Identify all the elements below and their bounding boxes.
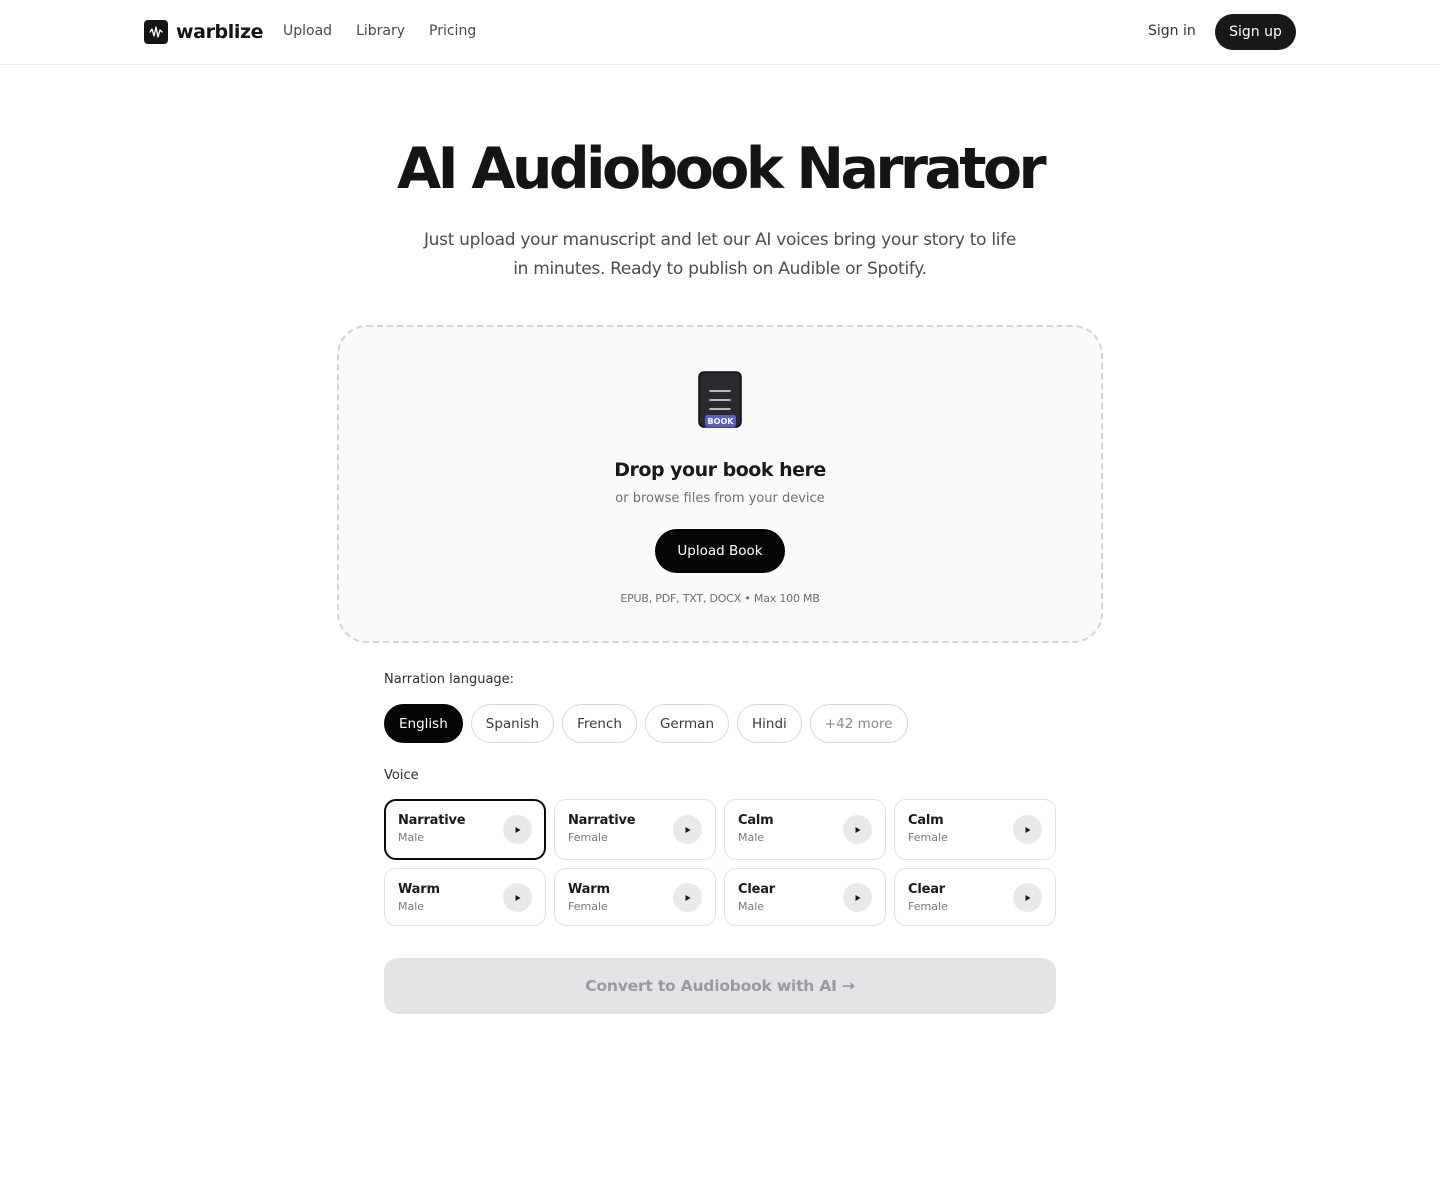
waveform-icon <box>144 20 168 44</box>
play-preview-button[interactable] <box>503 815 532 844</box>
voice-card-calm-male[interactable]: Calm Male <box>724 799 886 860</box>
voice-gender: Female <box>568 900 608 913</box>
upload-book-button[interactable]: Upload Book <box>655 529 785 573</box>
page-subtitle: Just upload your manuscript and let our … <box>423 230 1017 279</box>
language-chip-hindi[interactable]: Hindi <box>737 704 802 743</box>
voice-selector: Narrative Male Narrative Female Calm Mal… <box>384 799 1056 926</box>
voice-gender: Female <box>568 831 608 844</box>
play-preview-button[interactable] <box>843 815 872 844</box>
voice-name: Warm <box>398 882 440 897</box>
narration-language-label: Narration language: <box>384 672 515 687</box>
dropzone-title: Drop your book here <box>614 459 826 481</box>
nav-upload[interactable]: Upload <box>283 23 332 39</box>
voice-name: Narrative <box>398 813 466 828</box>
play-preview-button[interactable] <box>503 883 532 912</box>
page-title: AI Audiobook Narrator <box>396 136 1047 202</box>
sign-up-button[interactable]: Sign up <box>1215 14 1296 50</box>
play-icon <box>515 826 520 833</box>
main-nav: Upload Library Pricing <box>283 23 500 39</box>
voice-card-warm-male[interactable]: Warm Male <box>384 868 546 926</box>
voice-card-clear-female[interactable]: Clear Female <box>894 868 1056 926</box>
play-icon <box>1025 826 1030 833</box>
play-preview-button[interactable] <box>843 883 872 912</box>
dropzone-subtitle: or browse files from your device <box>615 491 825 506</box>
voice-gender: Male <box>398 900 425 913</box>
book-icon-badge: BOOK <box>708 417 735 426</box>
play-icon <box>855 894 860 901</box>
nav-library[interactable]: Library <box>356 23 405 39</box>
play-preview-button[interactable] <box>1013 883 1042 912</box>
play-preview-button[interactable] <box>673 883 702 912</box>
language-chip-more[interactable]: +42 more <box>809 704 908 743</box>
language-chip-german[interactable]: German <box>644 704 730 743</box>
voice-name: Calm <box>908 813 944 828</box>
language-chip-spanish[interactable]: Spanish <box>470 704 555 743</box>
voice-name: Warm <box>568 882 610 897</box>
language-selector: English Spanish French German Hindi +42 … <box>384 704 916 743</box>
voice-card-warm-female[interactable]: Warm Female <box>554 868 716 926</box>
book-icon: BOOK <box>698 371 742 428</box>
play-icon <box>515 894 520 901</box>
voice-name: Calm <box>738 813 774 828</box>
convert-to-audiobook-button[interactable]: Convert to Audiobook with AI → <box>384 958 1056 1014</box>
voice-card-clear-male[interactable]: Clear Male <box>724 868 886 926</box>
language-chip-french[interactable]: French <box>562 704 637 743</box>
play-preview-button[interactable] <box>1013 815 1042 844</box>
play-icon <box>685 894 690 901</box>
play-preview-button[interactable] <box>673 815 702 844</box>
voice-card-narrative-female[interactable]: Narrative Female <box>554 799 716 860</box>
voice-gender: Female <box>908 831 948 844</box>
supported-formats: EPUB, PDF, TXT, DOCX • Max 100 MB <box>620 592 820 605</box>
play-icon <box>1025 894 1030 901</box>
nav-pricing[interactable]: Pricing <box>429 23 476 39</box>
voice-gender: Female <box>908 900 948 913</box>
brand-name: warblize <box>176 21 264 43</box>
voice-label: Voice <box>384 768 419 783</box>
voice-name: Clear <box>738 882 775 897</box>
play-icon <box>685 826 690 833</box>
sign-in-link[interactable]: Sign in <box>1148 23 1196 39</box>
voice-card-calm-female[interactable]: Calm Female <box>894 799 1056 860</box>
voice-gender: Male <box>738 831 765 844</box>
book-dropzone[interactable]: BOOK Drop your book here or browse files… <box>337 325 1103 643</box>
top-navigation-bar: warblize Upload Library Pricing Sign in … <box>0 0 1440 65</box>
language-chip-english[interactable]: English <box>384 704 463 743</box>
voice-gender: Male <box>738 900 765 913</box>
voice-card-narrative-male[interactable]: Narrative Male <box>384 799 546 860</box>
voice-name: Clear <box>908 882 945 897</box>
play-icon <box>855 826 860 833</box>
voice-gender: Male <box>398 831 425 844</box>
voice-name: Narrative <box>568 813 636 828</box>
brand-logo[interactable]: warblize <box>144 20 264 44</box>
